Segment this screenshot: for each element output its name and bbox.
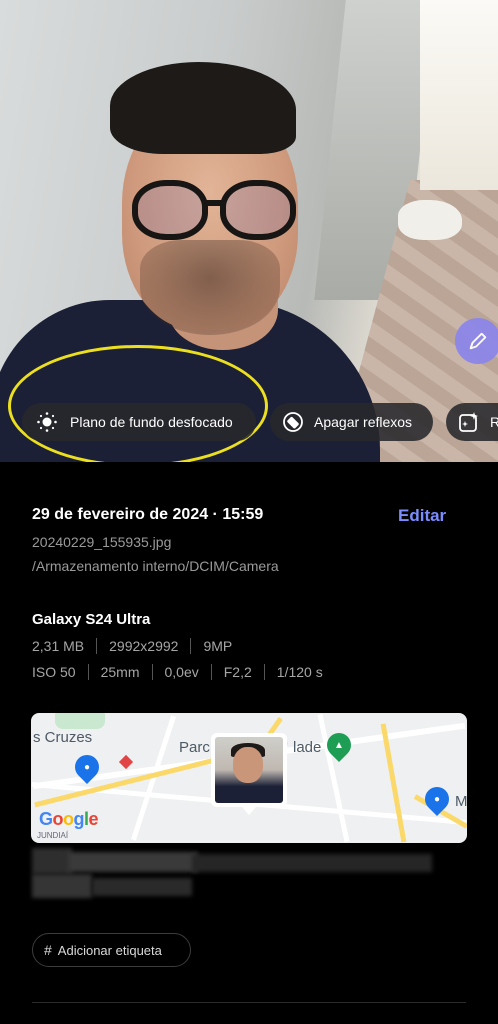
add-tag-button[interactable]: # Adicionar etiqueta bbox=[32, 933, 191, 967]
photo-hair bbox=[110, 62, 296, 154]
file-path: /Armazenamento interno/DCIM/Camera bbox=[32, 558, 279, 574]
cart-pin-icon: ● bbox=[420, 782, 454, 816]
chip-label: Apagar reflexos bbox=[314, 414, 413, 430]
divider bbox=[32, 1002, 466, 1003]
suggestion-chip-more[interactable]: R bbox=[446, 403, 498, 441]
focal-length: 25mm bbox=[100, 664, 140, 680]
resolution: 2992x2992 bbox=[109, 638, 179, 654]
file-size: 2,31 MB bbox=[32, 638, 85, 654]
map-label: JUNDIAÍ bbox=[37, 831, 69, 840]
shutter-speed: 1/120 s bbox=[276, 664, 323, 680]
map-label: M bbox=[455, 793, 467, 810]
photo-viewer[interactable]: Plano de fundo desfocado Apagar reflexos… bbox=[0, 0, 498, 462]
photo-glasses bbox=[124, 180, 302, 242]
blurred-address bbox=[32, 848, 432, 900]
map-photo-thumbnail[interactable] bbox=[211, 733, 287, 807]
file-name: 20240229_155935.jpg bbox=[32, 534, 172, 550]
place-marker-icon bbox=[118, 754, 134, 770]
camera-device: Galaxy S24 Ultra bbox=[32, 611, 151, 628]
add-tag-label: Adicionar etiqueta bbox=[57, 942, 162, 958]
chip-label: R bbox=[490, 414, 498, 430]
aperture: F2,2 bbox=[223, 664, 252, 680]
map-label: s Cruzes bbox=[33, 729, 93, 746]
ai-edit-button[interactable] bbox=[455, 318, 498, 364]
sparkle-frame-icon bbox=[458, 411, 480, 433]
megapixels: 9MP bbox=[203, 638, 233, 654]
suggestion-chip-remove-reflections[interactable]: Apagar reflexos bbox=[270, 403, 433, 441]
file-specs-row: 2,31 MB 2992x2992 9MP bbox=[32, 638, 244, 654]
hashtag-icon: # bbox=[44, 942, 52, 958]
iso: ISO 50 bbox=[32, 664, 76, 680]
chip-label: Plano de fundo desfocado bbox=[70, 414, 233, 430]
location-map[interactable]: s Cruzes Parc lade M ● ▲ ● Google JUNDIA… bbox=[31, 713, 467, 843]
exposure-row: ISO 50 25mm 0,0ev F2,2 1/120 s bbox=[32, 664, 335, 680]
suggestion-chip-background-blur[interactable]: Plano de fundo desfocado bbox=[22, 403, 256, 441]
pen-icon bbox=[469, 332, 487, 350]
edit-button[interactable]: Editar bbox=[398, 506, 446, 526]
map-label: lade bbox=[293, 739, 322, 756]
photo-beard bbox=[140, 240, 280, 335]
photo-datetime: 29 de fevereiro de 2024 · 15:59 bbox=[32, 506, 264, 523]
eraser-icon bbox=[282, 411, 304, 433]
photo-background-light bbox=[420, 0, 498, 190]
photo-dog bbox=[398, 200, 462, 240]
map-label: Parc bbox=[179, 739, 210, 756]
exposure-value: 0,0ev bbox=[164, 664, 199, 680]
background-blur-icon bbox=[36, 411, 58, 433]
google-logo: Google bbox=[39, 809, 99, 829]
